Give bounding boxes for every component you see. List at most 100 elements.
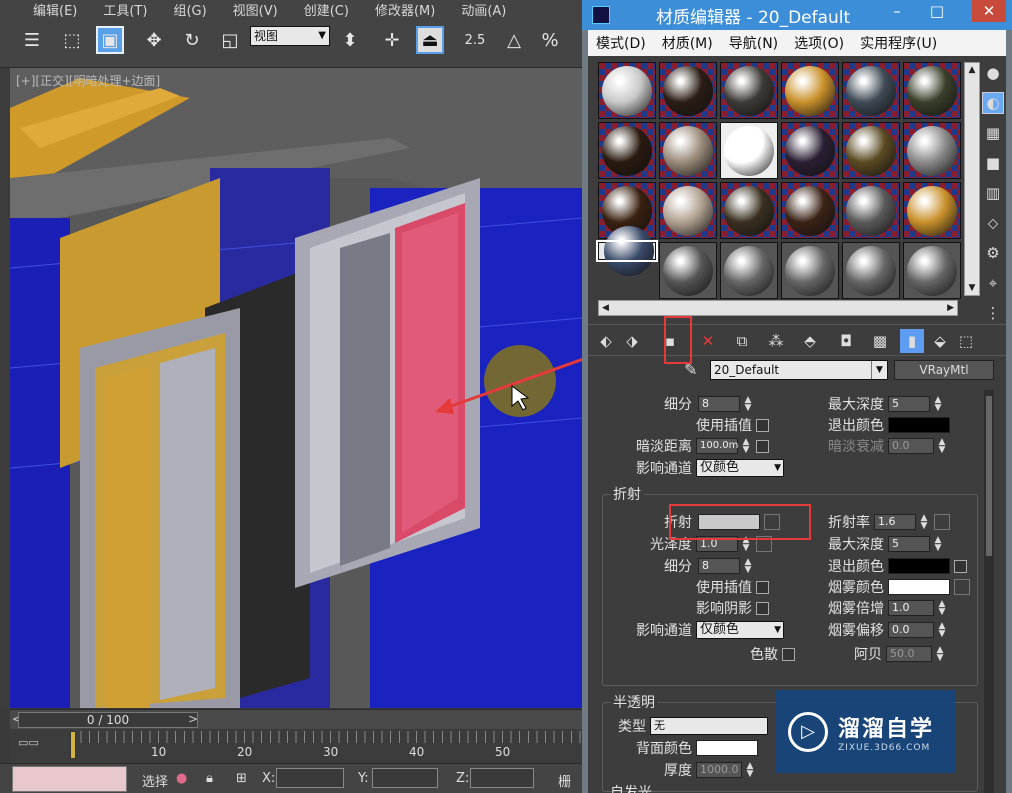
copy-material-icon[interactable]: ⧉ bbox=[730, 329, 754, 353]
scale-icon[interactable]: ◱ bbox=[216, 26, 244, 54]
sample-uv-tiling-icon[interactable]: ■ bbox=[982, 152, 1004, 174]
options-icon[interactable]: ⚙ bbox=[982, 242, 1004, 264]
viewport-label[interactable]: [+][正交][明暗处理+边面] bbox=[16, 72, 160, 89]
affect-shadows-checkbox[interactable] bbox=[756, 601, 769, 615]
menu-options[interactable]: 选项(O) bbox=[786, 33, 852, 53]
show-end-result-icon[interactable]: ▮ bbox=[900, 329, 924, 353]
fog-multiplier-field[interactable]: 1.0 bbox=[888, 600, 934, 616]
spinner-arrows-icon[interactable]: ▲ ▼ bbox=[918, 514, 930, 531]
material-map-navigator-icon[interactable]: ⋮ bbox=[982, 302, 1004, 324]
material-sample-slot[interactable] bbox=[659, 122, 717, 179]
menu-create[interactable]: 创建(C) bbox=[291, 0, 362, 19]
make-preview-icon[interactable]: ⬦ bbox=[982, 212, 1004, 234]
menu-edit[interactable]: 编辑(E) bbox=[20, 0, 90, 19]
material-id-channel-icon[interactable]: ◘ bbox=[834, 329, 858, 353]
keyboard-shortcut-override-icon[interactable]: ⏏ bbox=[416, 26, 444, 54]
material-name-dropdown[interactable]: 20_Default ▼ bbox=[710, 360, 888, 380]
scroll-right-icon[interactable]: ▶ bbox=[947, 301, 954, 315]
pick-material-eyedropper-icon[interactable]: ✎ bbox=[684, 360, 697, 379]
put-to-library-icon[interactable]: ⬘ bbox=[798, 329, 822, 353]
z-coord-field[interactable] bbox=[470, 768, 534, 788]
material-sample-slot[interactable] bbox=[842, 62, 900, 119]
spinner-arrows-icon[interactable]: ▲ ▼ bbox=[742, 558, 754, 575]
refl-dim-falloff-field[interactable]: 0.0 bbox=[888, 438, 934, 454]
viewport-front[interactable]: [+][正交][明暗处理+边面] bbox=[10, 68, 582, 708]
refr-max-depth-field[interactable]: 5 bbox=[888, 536, 930, 552]
backlight-icon[interactable]: ◐ bbox=[982, 92, 1004, 114]
window-crossing-icon[interactable]: ▣ bbox=[96, 26, 124, 54]
select-manipulate-icon[interactable]: ✛ bbox=[378, 26, 406, 54]
track-bar[interactable]: 10 20 30 40 50 bbox=[10, 729, 582, 763]
material-sample-slot[interactable] bbox=[720, 122, 778, 179]
percent-snap-icon[interactable]: % bbox=[536, 26, 564, 54]
pivot-center-icon[interactable]: ⬍ bbox=[336, 26, 364, 54]
refl-exit-color-swatch[interactable] bbox=[888, 417, 950, 433]
fog-color-swatch[interactable] bbox=[888, 579, 950, 595]
spinner-arrows-icon[interactable]: ▲ ▼ bbox=[932, 396, 944, 413]
menu-material[interactable]: 材质(M) bbox=[654, 33, 721, 53]
menu-modes[interactable]: 模式(D) bbox=[588, 33, 654, 53]
go-forward-sibling-icon[interactable]: ⬚ bbox=[954, 329, 978, 353]
glossiness-map-button[interactable] bbox=[756, 536, 772, 552]
abbe-field[interactable]: 50.0 bbox=[886, 646, 932, 662]
spinner-arrows-icon[interactable]: ▲ ▼ bbox=[740, 536, 752, 553]
scroll-down-icon[interactable]: ▼ bbox=[965, 281, 979, 295]
material-sample-slot[interactable] bbox=[596, 226, 658, 276]
material-sample-slot[interactable] bbox=[842, 122, 900, 179]
menu-utilities[interactable]: 实用程序(U) bbox=[852, 33, 945, 53]
material-sample-slot[interactable] bbox=[659, 242, 717, 299]
spinner-arrows-icon[interactable]: ▲ ▼ bbox=[744, 762, 756, 779]
parameters-scrollbar[interactable] bbox=[984, 390, 994, 793]
menu-modifiers[interactable]: 修改器(M) bbox=[362, 0, 448, 19]
translucency-type-dropdown[interactable]: 无 bbox=[650, 717, 768, 735]
x-coord-field[interactable] bbox=[276, 768, 344, 788]
reference-coordinate-dropdown[interactable]: 视图 ▼ bbox=[250, 26, 330, 46]
track-bar-cursor[interactable] bbox=[70, 731, 76, 759]
curve-editor-icon[interactable]: ▭▭ bbox=[18, 736, 48, 756]
refl-dim-distance-checkbox[interactable] bbox=[756, 439, 769, 453]
thickness-field[interactable]: 1000.0 bbox=[696, 762, 742, 778]
spinner-arrows-icon[interactable]: ▲ ▼ bbox=[934, 646, 946, 663]
spinner-arrows-icon[interactable]: ▲ ▼ bbox=[932, 536, 944, 553]
material-sample-slot[interactable] bbox=[781, 182, 839, 239]
refl-affect-channels-dropdown[interactable]: 仅颜色 ▼ bbox=[696, 459, 784, 477]
material-sample-slot[interactable] bbox=[598, 62, 656, 119]
menu-group[interactable]: 组(G) bbox=[160, 0, 219, 19]
fog-bias-field[interactable]: 0.0 bbox=[888, 622, 934, 638]
menu-tools[interactable]: 工具(T) bbox=[90, 0, 160, 19]
background-checker-icon[interactable]: ▦ bbox=[982, 122, 1004, 144]
refl-subdivs-field[interactable]: 8 bbox=[698, 396, 740, 412]
material-sample-slot[interactable] bbox=[842, 182, 900, 239]
minimize-button[interactable]: – bbox=[880, 0, 914, 22]
menu-views[interactable]: 视图(V) bbox=[220, 0, 291, 19]
slots-horizontal-scrollbar[interactable]: ◀ ▶ bbox=[598, 300, 958, 316]
scroll-up-icon[interactable]: ▲ bbox=[965, 63, 979, 77]
ior-map-button[interactable] bbox=[934, 514, 950, 530]
spinner-arrows-icon[interactable]: ▲ ▼ bbox=[742, 396, 754, 413]
absolute-mode-icon[interactable]: ⊞ bbox=[236, 771, 247, 786]
reset-map-icon[interactable]: ✕ bbox=[696, 329, 720, 353]
spinner-arrows-icon[interactable]: ▲ ▼ bbox=[936, 600, 948, 617]
assign-to-selection-icon[interactable]: ▪ bbox=[658, 329, 682, 353]
show-shaded-map-icon[interactable]: ▩ bbox=[868, 329, 892, 353]
material-sample-slot[interactable] bbox=[781, 62, 839, 119]
move-icon[interactable]: ✥ bbox=[140, 26, 168, 54]
material-sample-slot[interactable] bbox=[720, 242, 778, 299]
menu-animation[interactable]: 动画(A) bbox=[448, 0, 519, 19]
go-to-parent-icon[interactable]: ⬙ bbox=[928, 329, 952, 353]
refract-color-swatch[interactable] bbox=[698, 514, 760, 530]
make-unique-icon[interactable]: ⁂ bbox=[764, 329, 788, 353]
snap-toggle-icon[interactable]: 2.5 bbox=[460, 26, 490, 54]
time-slider-thumb[interactable]: 0 / 100 bbox=[18, 712, 198, 728]
material-sample-slot[interactable] bbox=[598, 122, 656, 179]
parameters-scrollbar-thumb[interactable] bbox=[986, 396, 992, 556]
material-sample-slot[interactable] bbox=[781, 242, 839, 299]
time-slider[interactable]: < 0 / 100 > bbox=[10, 709, 582, 729]
region-select-icon[interactable]: ⬚ bbox=[58, 26, 86, 54]
material-sample-slot[interactable] bbox=[903, 242, 961, 299]
menu-navigation[interactable]: 导航(N) bbox=[721, 33, 786, 53]
material-sample-slot[interactable] bbox=[659, 182, 717, 239]
refr-affect-channels-dropdown[interactable]: 仅颜色 ▼ bbox=[696, 621, 784, 639]
ior-field[interactable]: 1.6 bbox=[874, 514, 916, 530]
video-color-check-icon[interactable]: ▥ bbox=[982, 182, 1004, 204]
